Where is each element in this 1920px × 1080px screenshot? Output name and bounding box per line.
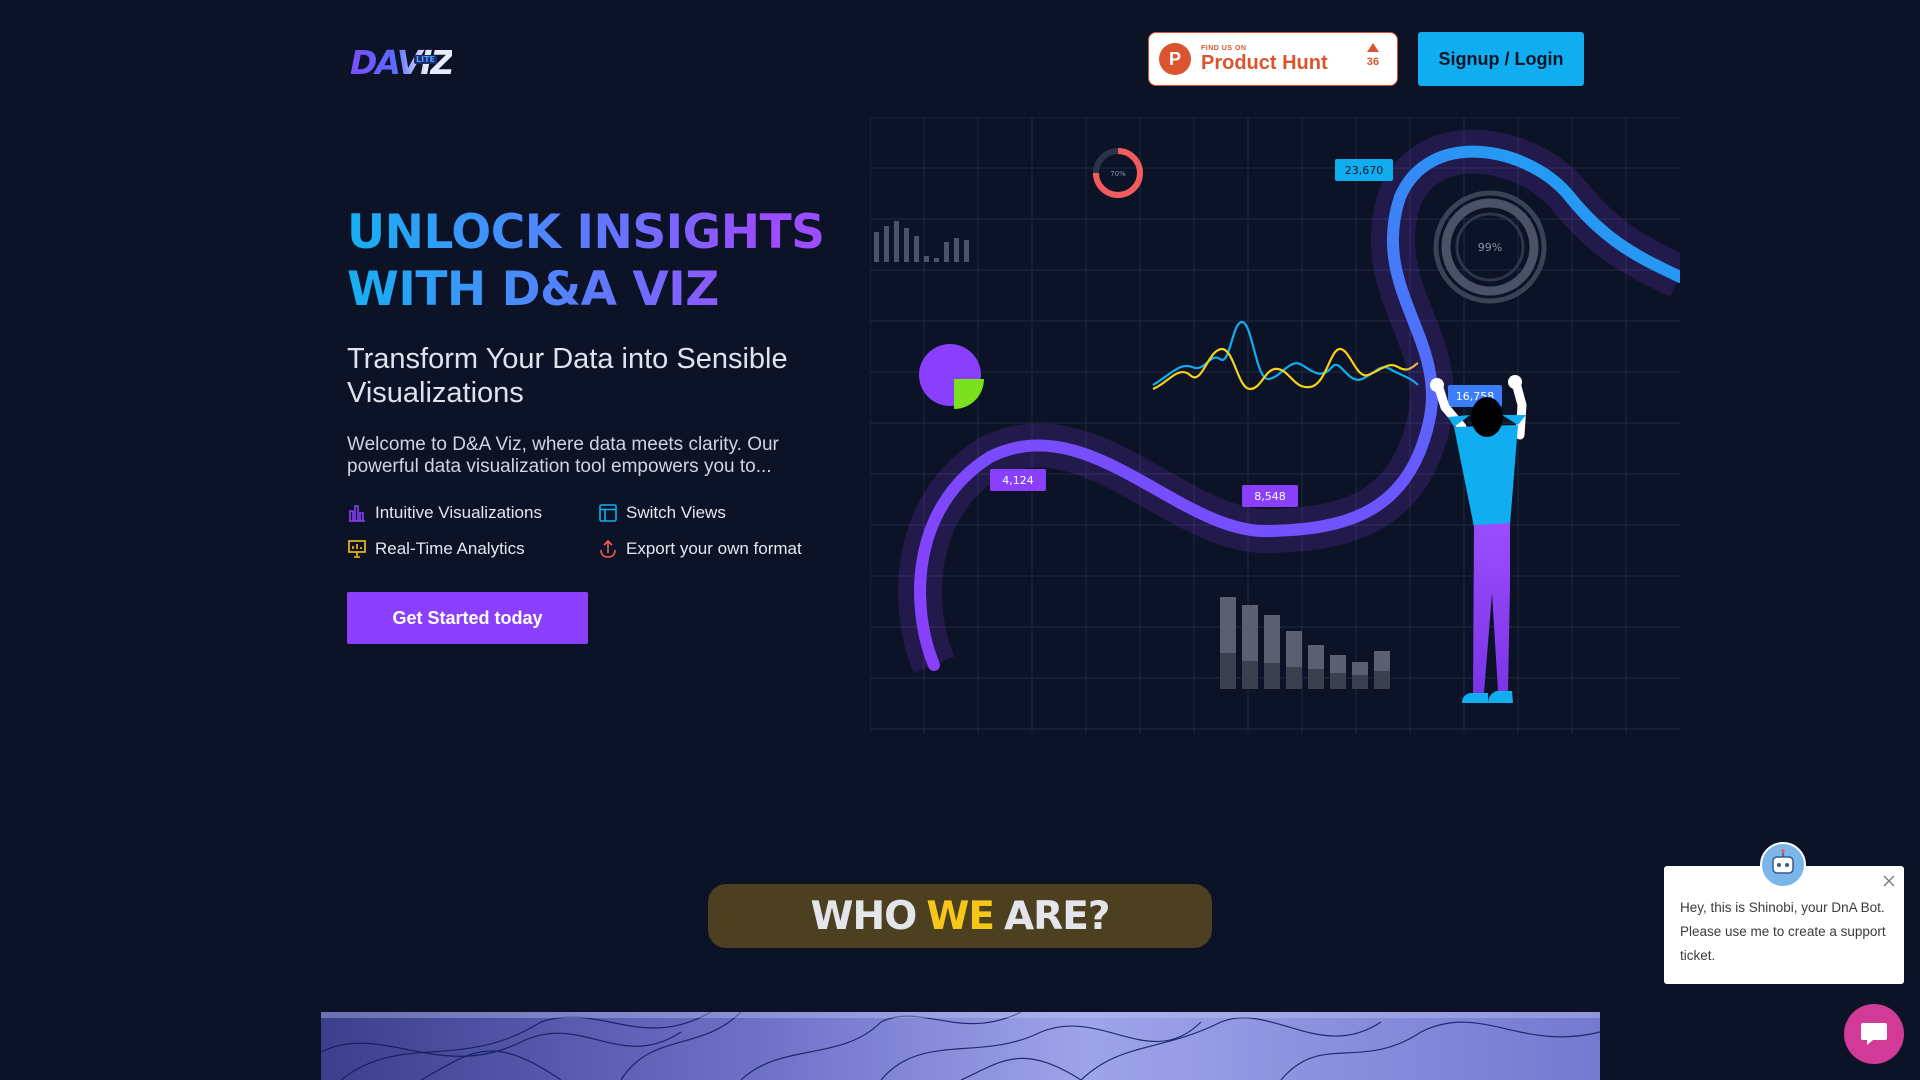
- svg-text:4,124: 4,124: [1002, 474, 1034, 487]
- close-icon[interactable]: [1882, 874, 1896, 888]
- main-trend-curve: [914, 145, 1680, 671]
- upvote-icon: [1366, 43, 1379, 52]
- who-word-3: ARE?: [1004, 893, 1110, 939]
- feature-list: Intuitive Visualizations Switch Views Re…: [347, 502, 867, 560]
- product-hunt-small-label: FIND US ON: [1201, 44, 1247, 52]
- logo-text: DAVIZ: [350, 42, 454, 82]
- feature-item: Intuitive Visualizations: [347, 502, 598, 524]
- about-banner-image: [321, 1012, 1600, 1080]
- who-we-are-heading: WHO WE ARE?: [708, 884, 1212, 948]
- svg-text:8,548: 8,548: [1254, 490, 1286, 503]
- product-hunt-vote-count: 36: [1366, 56, 1379, 68]
- small-gauge: 70%: [1093, 148, 1143, 198]
- product-hunt-icon: P: [1159, 43, 1191, 75]
- big-gauge-label: 99%: [1478, 241, 1502, 254]
- value-label-mid: 8,548: [1242, 485, 1298, 507]
- main-trend-curve-glow: [898, 129, 1680, 674]
- chat-message: Hey, this is Shinobi, your DnA Bot. Plea…: [1680, 900, 1886, 963]
- feature-label: Real-Time Analytics: [375, 539, 525, 558]
- pie-chart-icon: [919, 344, 984, 409]
- who-word-1: WHO: [810, 893, 918, 939]
- signup-login-button[interactable]: Signup / Login: [1418, 32, 1584, 86]
- product-hunt-label: Product Hunt: [1201, 51, 1328, 74]
- svg-text:23,670: 23,670: [1345, 164, 1384, 177]
- feature-item: Real-Time Analytics: [347, 538, 598, 560]
- chat-launcher-button[interactable]: [1844, 1004, 1904, 1064]
- feature-label: Export your own format: [626, 539, 802, 558]
- product-hunt-badge[interactable]: P FIND US ON Product Hunt 36: [1148, 32, 1398, 86]
- export-icon: [600, 539, 616, 558]
- hero-title: UNLOCK INSIGHTS WITH D&A VIZ: [347, 204, 867, 318]
- chat-icon: [1861, 1023, 1887, 1045]
- who-word-2: WE: [926, 893, 995, 939]
- product-hunt-votes: 36: [1367, 43, 1379, 68]
- small-gauge-label: 70%: [1110, 170, 1126, 178]
- logo-badge: LITE: [414, 55, 437, 64]
- value-label-left: 4,124: [990, 469, 1046, 491]
- banner-lines: [321, 1012, 1600, 1080]
- hero-illustration: 70% 99% 23,670 16,758 8,548 4,124: [870, 117, 1680, 733]
- logo[interactable]: DAVIZ LITE: [350, 40, 454, 84]
- small-bar-chart: [874, 221, 969, 262]
- wave-line-chart: [1152, 320, 1419, 391]
- big-gauge: 99%: [1433, 190, 1547, 304]
- layout-icon: [599, 504, 617, 522]
- hero-subtitle: Transform Your Data into Sensible Visual…: [347, 343, 788, 409]
- feature-item: Switch Views: [598, 502, 858, 524]
- feature-label: Intuitive Visualizations: [375, 503, 542, 522]
- hero-description: Welcome to D&A Viz, where data meets cla…: [347, 434, 779, 477]
- chat-bot-avatar: [1760, 842, 1806, 888]
- presentation-icon: [348, 540, 366, 558]
- bottom-bar-chart: [1220, 597, 1390, 689]
- bot-avatar-icon: [1772, 849, 1794, 874]
- feature-label: Switch Views: [626, 503, 726, 522]
- feature-item: Export your own format: [598, 538, 858, 560]
- get-started-button[interactable]: Get Started today: [347, 592, 588, 644]
- bar-chart-icon: [349, 505, 365, 522]
- value-label-top-right: 23,670: [1335, 159, 1393, 181]
